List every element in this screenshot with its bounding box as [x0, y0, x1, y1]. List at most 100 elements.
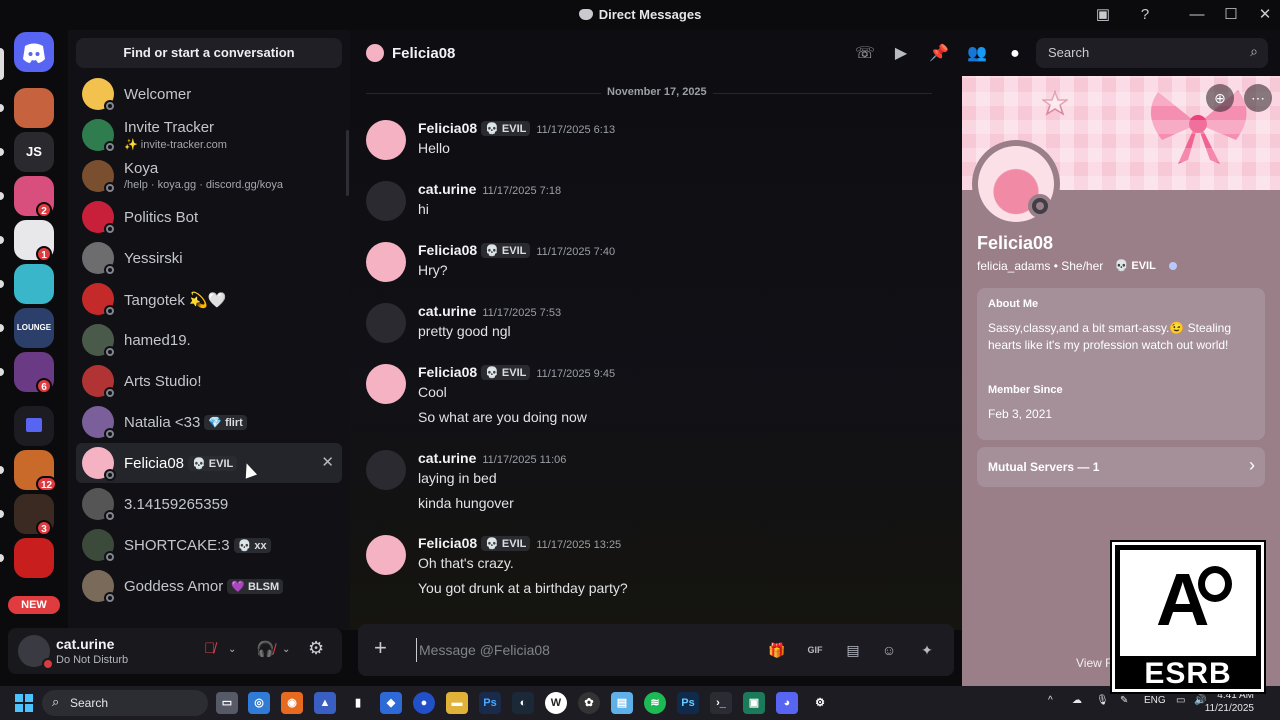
message-author[interactable]: Felicia08 💀 EVIL 11/17/2025 6:13: [418, 120, 615, 136]
minimize-button[interactable]: —: [1186, 4, 1208, 26]
message-avatar[interactable]: [366, 364, 406, 404]
terminal-icon[interactable]: ›_: [710, 692, 732, 714]
windows-start-icon[interactable]: [13, 692, 35, 714]
defender-icon[interactable]: ◆: [380, 692, 402, 714]
mute-mic-icon[interactable]: 🎙̸: [204, 640, 215, 657]
taskbar-search[interactable]: ⌕ Search: [42, 690, 208, 716]
server-icon[interactable]: [14, 538, 54, 578]
dm-name: 3.14159265359: [124, 496, 229, 513]
dm-list-item[interactable]: Goddess Amor 💜 BLSM: [76, 566, 342, 606]
screen-share-icon[interactable]: ▣: [1092, 4, 1114, 26]
home-button[interactable]: [14, 32, 54, 72]
dm-list-item[interactable]: 3.14159265359: [76, 484, 342, 524]
server-icon[interactable]: JS: [14, 132, 54, 172]
settings-gear-icon[interactable]: ⚙: [308, 638, 324, 659]
message-author[interactable]: Felicia08 💀 EVIL 11/17/2025 13:25: [418, 535, 621, 551]
dm-list-item[interactable]: Politics Bot: [76, 197, 342, 237]
onedrive-icon[interactable]: ☁: [1072, 695, 1082, 706]
dm-list-item[interactable]: Koya/help · koya.gg · discord.gg/koya: [76, 156, 342, 196]
file-explorer-icon[interactable]: ▬: [446, 692, 468, 714]
message-avatar[interactable]: [366, 450, 406, 490]
server-icon[interactable]: LOUNGE: [14, 308, 54, 348]
message-author[interactable]: cat.urine 11/17/2025 11:06: [418, 450, 566, 466]
find-conversation-button[interactable]: Find or start a conversation: [76, 38, 342, 68]
network-icon[interactable]: ▭: [1176, 695, 1185, 706]
tray-chevron-icon[interactable]: ^: [1048, 695, 1053, 706]
message-input[interactable]: [416, 638, 746, 662]
message-avatar[interactable]: [366, 181, 406, 221]
app-icon-2[interactable]: W: [545, 692, 567, 714]
folder-server[interactable]: [14, 406, 54, 446]
dm-list-item[interactable]: Yessirski: [76, 238, 342, 278]
message-avatar[interactable]: [366, 242, 406, 282]
emoji-icon[interactable]: ☺: [878, 639, 900, 661]
message-author[interactable]: cat.urine 11/17/2025 7:53: [418, 303, 561, 319]
add-attachment-icon[interactable]: +: [374, 637, 387, 659]
message-avatar[interactable]: [366, 120, 406, 160]
dm-list-item[interactable]: Tangotek 💫🤍: [76, 279, 342, 319]
mic-options-chevron-icon[interactable]: ⌄: [228, 644, 236, 655]
audio-options-chevron-icon[interactable]: ⌄: [282, 644, 290, 655]
message-avatar[interactable]: [366, 535, 406, 575]
audio-app-icon[interactable]: ▮: [347, 692, 369, 714]
language-indicator[interactable]: ENG: [1144, 695, 1166, 706]
discord-taskbar-icon[interactable]: ◕: [776, 692, 798, 714]
deafen-icon[interactable]: 🎧̸: [256, 640, 275, 658]
add-friends-to-dm-icon[interactable]: 👥: [966, 43, 988, 65]
maximize-button[interactable]: ☐: [1220, 4, 1242, 26]
user-profile-toggle-icon[interactable]: ●: [1004, 43, 1026, 65]
help-icon[interactable]: ?: [1134, 4, 1156, 26]
message-author[interactable]: cat.urine 11/17/2025 7:18: [418, 181, 561, 197]
spotify-icon[interactable]: ≋: [644, 692, 666, 714]
add-friend-icon[interactable]: ⊕: [1206, 84, 1234, 112]
settings-taskbar-icon[interactable]: ⚙: [809, 692, 831, 714]
gift-icon[interactable]: 🎁: [766, 639, 788, 661]
sticker-icon[interactable]: ▤: [842, 639, 864, 661]
view-full-profile-link[interactable]: View F: [1076, 656, 1112, 670]
dm-list-item[interactable]: Felicia08 💀 EVIL ✕: [76, 443, 342, 483]
app-icon-1[interactable]: ▲: [314, 692, 336, 714]
search-box[interactable]: Search ⌕: [1036, 38, 1268, 68]
zoom-icon[interactable]: ●: [413, 692, 435, 714]
photoshop-2-icon[interactable]: Ps: [677, 692, 699, 714]
message-author[interactable]: Felicia08 💀 EVIL 11/17/2025 9:45: [418, 364, 615, 380]
dm-list-item[interactable]: hamed19.: [76, 320, 342, 360]
header-name[interactable]: Felicia08: [392, 45, 455, 62]
header-avatar[interactable]: [366, 44, 384, 62]
server-icon[interactable]: [14, 264, 54, 304]
apps-icon[interactable]: ✦: [916, 639, 938, 661]
dm-list-item[interactable]: Welcomer: [76, 74, 342, 114]
task-view-icon[interactable]: ▭: [216, 692, 238, 714]
steam-icon[interactable]: ◐: [512, 692, 534, 714]
dm-scrollbar[interactable]: [346, 130, 349, 196]
firefox-icon[interactable]: ◉: [281, 692, 303, 714]
mutual-servers-button[interactable]: Mutual Servers — 1 ›: [977, 447, 1265, 487]
close-dm-icon[interactable]: ✕: [321, 453, 334, 471]
copilot-icon[interactable]: ◎: [248, 692, 270, 714]
user-name[interactable]: cat.urine: [56, 636, 114, 652]
mention-badge: 2: [36, 202, 52, 218]
pinned-messages-icon[interactable]: 📌: [928, 43, 950, 65]
video-call-icon[interactable]: ▶: [890, 43, 912, 65]
dm-list-item[interactable]: SHORTCAKE:3 💀 xx: [76, 525, 342, 565]
voice-call-icon[interactable]: ☏: [854, 43, 876, 65]
app-icon-4[interactable]: ▣: [743, 692, 765, 714]
dm-list-item[interactable]: Natalia <33 💎 flirt: [76, 402, 342, 442]
dm-list-item[interactable]: Arts Studio!: [76, 361, 342, 401]
close-window-button[interactable]: ✕: [1254, 4, 1276, 26]
about-card: About Me Sassy,classy,and a bit smart-as…: [977, 288, 1265, 440]
mention-badge: 12: [36, 476, 58, 492]
server-icon[interactable]: [14, 88, 54, 128]
app-icon-3[interactable]: ✿: [578, 692, 600, 714]
photoshop-icon[interactable]: Ps: [479, 692, 501, 714]
message-author[interactable]: Felicia08 💀 EVIL 11/17/2025 7:40: [418, 242, 615, 258]
dm-list-item[interactable]: Invite Tracker ✨ invite-tracker.com: [76, 115, 342, 155]
message-avatar[interactable]: [366, 303, 406, 343]
more-options-icon[interactable]: ⋯: [1244, 84, 1272, 112]
notepad-icon[interactable]: ▤: [611, 692, 633, 714]
mic-tray-icon[interactable]: 🎙: [1096, 695, 1109, 706]
clock[interactable]: 4:41 AM 11/21/2025: [1205, 689, 1254, 715]
new-badge[interactable]: NEW: [8, 596, 60, 614]
pen-tray-icon[interactable]: ✎: [1120, 695, 1128, 706]
gif-icon[interactable]: GIF: [804, 639, 826, 661]
